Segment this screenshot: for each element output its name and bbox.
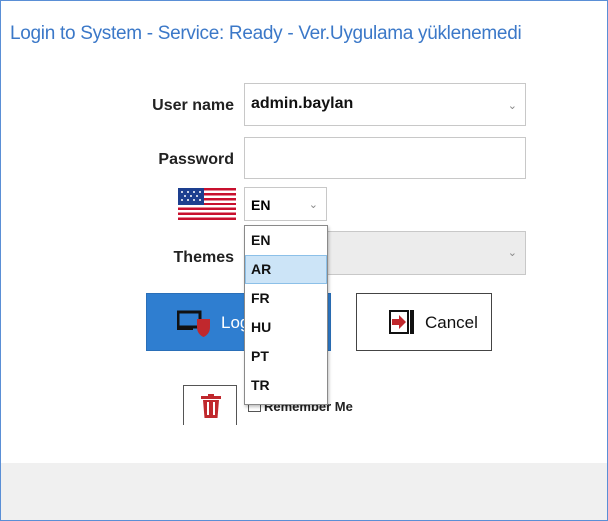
chevron-down-icon[interactable]: ⌄ [508,99,517,112]
chevron-down-icon[interactable]: ⌄ [508,246,517,259]
language-option[interactable]: EN [245,226,327,255]
password-input[interactable] [244,137,526,179]
language-option[interactable]: PT [245,342,327,371]
window-title: Login to System - Service: Ready - Ver.U… [10,23,522,44]
cancel-button[interactable]: Cancel [356,293,492,351]
language-value: EN [251,197,271,213]
password-label: Password [158,151,234,168]
username-value: admin.baylan [251,95,354,112]
footer-band [1,463,607,520]
cancel-label: Cancel [425,313,478,332]
username-label: User name [152,97,234,114]
chevron-down-icon[interactable]: ⌄ [309,198,318,211]
language-select[interactable]: EN ⌄ [244,187,327,221]
language-option[interactable]: HU [245,313,327,342]
exit-arrow-icon [389,310,414,334]
us-flag-icon [178,188,236,220]
delete-button[interactable] [183,385,237,425]
trash-icon [201,394,221,418]
themes-label: Themes [173,249,234,266]
flag-canton [178,188,204,205]
language-option-highlighted[interactable]: AR [245,255,327,284]
login-shield-icon [177,310,210,337]
language-option[interactable]: TR [245,371,327,400]
language-dropdown-list[interactable]: EN AR FR HU PT TR [244,225,328,405]
language-option[interactable]: FR [245,284,327,313]
username-combobox[interactable]: admin.baylan ⌄ [244,83,526,126]
login-window: Login to System - Service: Ready - Ver.U… [0,0,608,521]
